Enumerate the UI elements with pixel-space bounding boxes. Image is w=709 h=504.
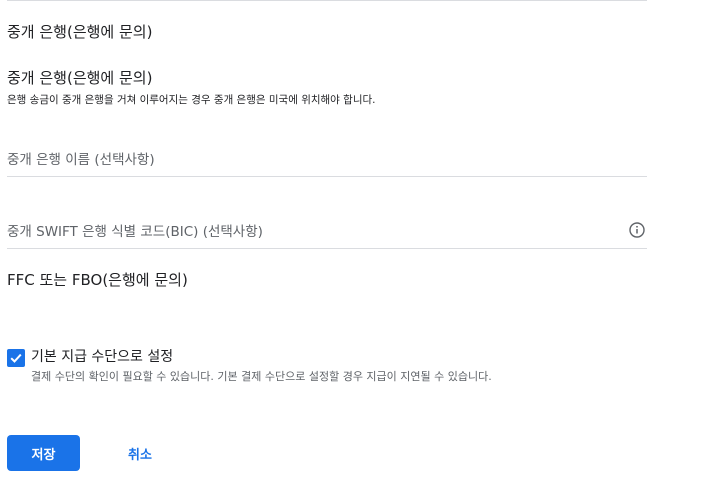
intermediary-bank-name-input[interactable] [7, 146, 607, 174]
cancel-button[interactable]: 취소 [112, 435, 168, 471]
intermediary-bank-heading: 중개 은행(은행에 문의) [7, 23, 153, 41]
default-payment-label[interactable]: 기본 지급 수단으로 설정 [31, 347, 173, 367]
intermediary-bank-help-text: 은행 송금이 중개 은행을 거쳐 이루어지는 경우 중개 은행은 미국에 위치해… [7, 94, 376, 106]
checkmark-icon [10, 353, 22, 363]
payment-form-page: 중개 은행(은행에 문의) 중개 은행(은행에 문의) 은행 송금이 중개 은행… [0, 0, 709, 504]
save-button[interactable]: 저장 [7, 435, 80, 471]
intermediary-bank-name-field [7, 146, 647, 177]
default-payment-help-text: 결제 수단의 확인이 필요할 수 있습니다. 기본 결제 수단으로 설정할 경우… [31, 370, 492, 383]
default-payment-checkbox[interactable] [7, 349, 25, 367]
info-icon[interactable] [629, 222, 645, 238]
top-divider [7, 0, 647, 1]
intermediary-swift-field [7, 218, 647, 249]
intermediary-bank-section-title: 중개 은행(은행에 문의) [7, 69, 153, 87]
intermediary-swift-input[interactable] [7, 218, 607, 246]
ffc-fbo-heading: FFC 또는 FBO(은행에 문의) [7, 271, 188, 289]
